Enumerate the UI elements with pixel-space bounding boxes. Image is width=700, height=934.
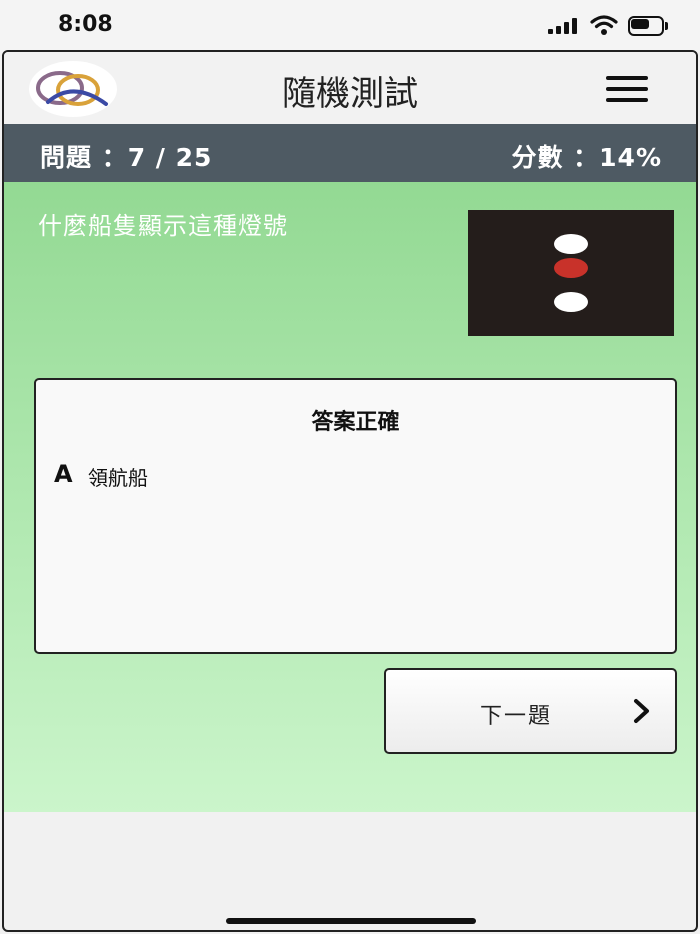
answer-panel: 答案正確 A 領航船 bbox=[34, 378, 677, 654]
wifi-icon bbox=[590, 15, 618, 35]
quiz-area: 什麼船隻顯示這種燈號 答案正確 A 領航船 下一題 bbox=[4, 182, 696, 812]
app-frame: 隨機測試 問題 ：7 / 25 分數 ：14% 什麼船隻顯示這種燈號 答案正確 … bbox=[2, 50, 698, 932]
white-light-top bbox=[554, 234, 588, 254]
answer-letter: A bbox=[54, 460, 73, 488]
hamburger-menu-icon[interactable] bbox=[600, 74, 650, 104]
page-title: 隨機測試 bbox=[282, 74, 418, 114]
device-screen: 8:08 隨機測試 問題 ：7 / 25 分數 ：14% 什麼船隻顯示這種燈號 … bbox=[0, 0, 700, 934]
status-time: 8:08 bbox=[58, 12, 113, 37]
status-bar: 8:08 bbox=[0, 0, 700, 52]
score-display: 分數 ：14% bbox=[511, 143, 662, 172]
next-button-label: 下一題 bbox=[479, 704, 552, 729]
signal-icon bbox=[548, 18, 580, 34]
white-light-bottom bbox=[554, 292, 588, 312]
next-question-button[interactable]: 下一題 bbox=[384, 668, 677, 754]
home-indicator[interactable] bbox=[226, 918, 476, 924]
battery-icon bbox=[628, 16, 668, 36]
info-bar: 問題 ：7 / 25 分數 ：14% bbox=[4, 124, 696, 182]
navigation-lights-image bbox=[468, 210, 674, 336]
result-heading: 答案正確 bbox=[311, 410, 400, 435]
nav-header: 隨機測試 bbox=[4, 52, 696, 124]
red-light-middle bbox=[554, 258, 588, 278]
chevron-right-icon bbox=[634, 699, 649, 723]
answer-text: 領航船 bbox=[88, 466, 148, 490]
question-counter: 問題 ：7 / 25 bbox=[40, 143, 213, 172]
question-text: 什麼船隻顯示這種燈號 bbox=[38, 212, 288, 240]
